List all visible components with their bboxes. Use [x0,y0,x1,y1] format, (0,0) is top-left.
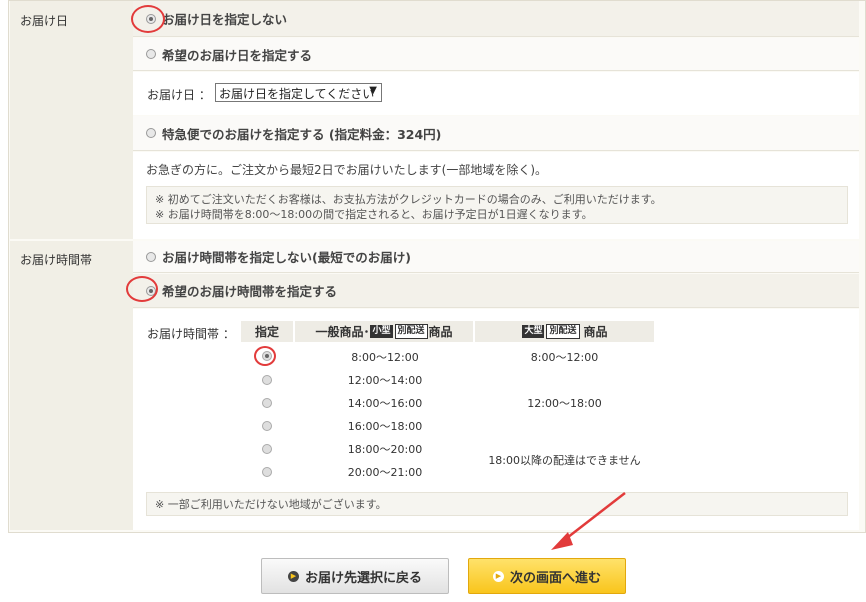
annotation-arrow-icon [551,492,626,550]
